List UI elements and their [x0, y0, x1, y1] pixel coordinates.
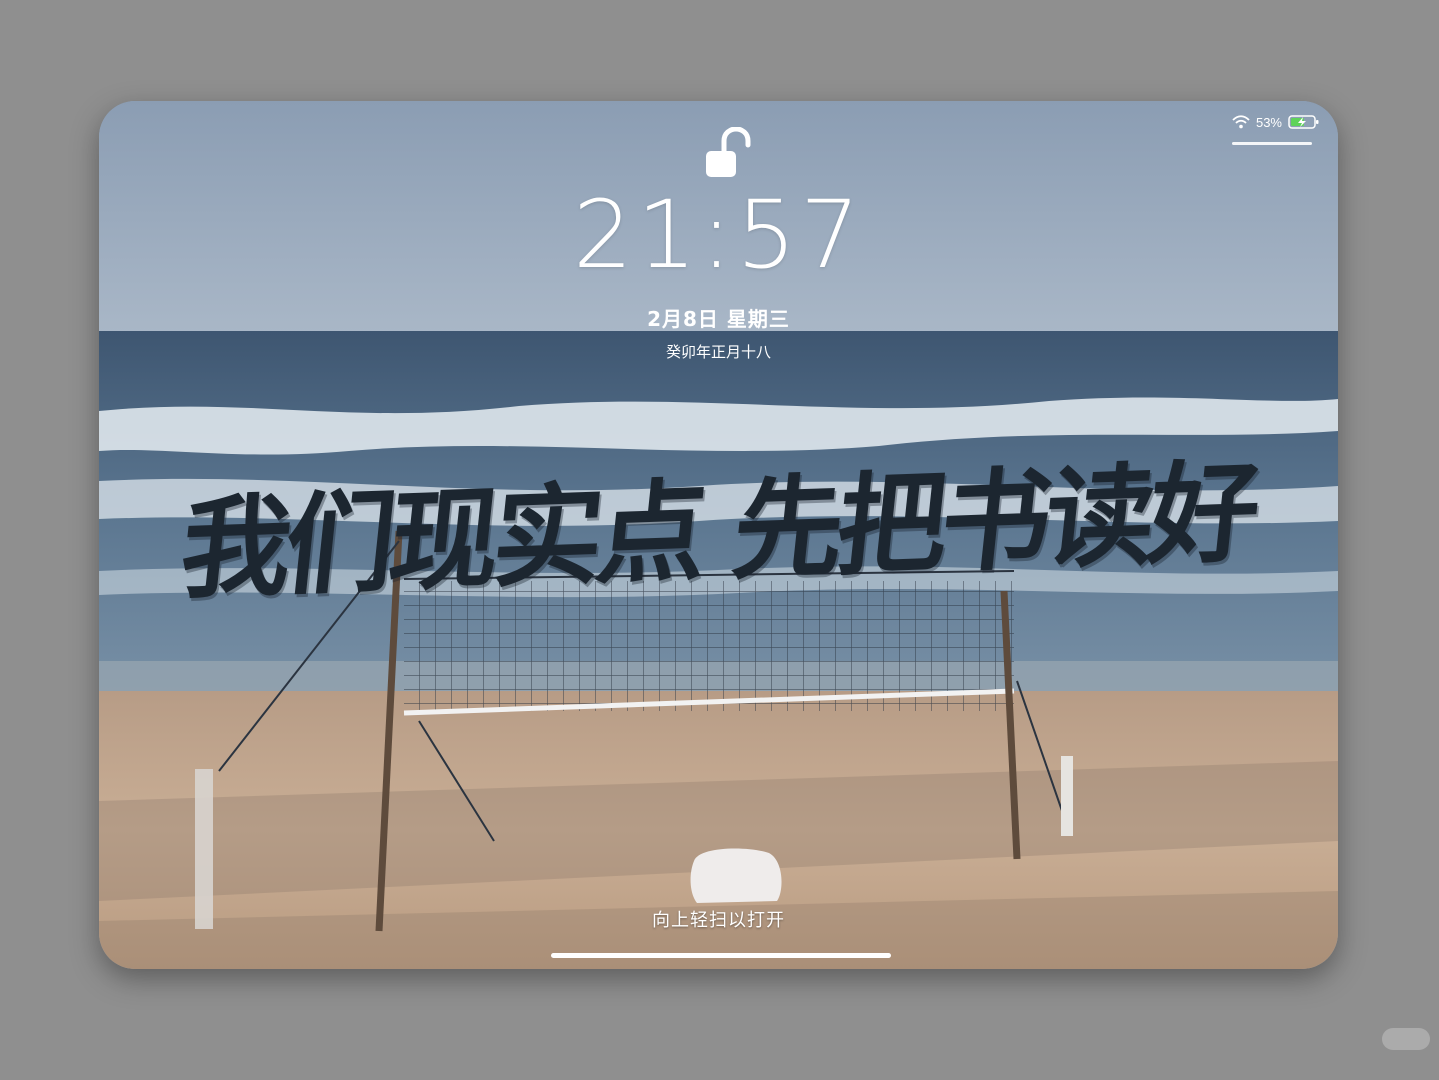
watermark-badge [1382, 1028, 1430, 1050]
status-bar: 53% [1232, 114, 1320, 130]
lock-screen-date: 2月8日 星期三 [647, 307, 790, 331]
wifi-icon [1232, 115, 1250, 129]
battery-charging-icon [1288, 115, 1319, 129]
swipe-up-hint: 向上轻扫以打开 [652, 910, 785, 931]
lock-screen-overlay: 53% 21:57 2月8日 星期三 癸卯年正月十八 我们现实点 先把书读好 向… [99, 101, 1338, 969]
unlocked-padlock-icon [706, 127, 751, 177]
home-indicator-bar[interactable] [551, 953, 891, 958]
tablet-lock-screen: 53% 21:57 2月8日 星期三 癸卯年正月十八 我们现实点 先把书读好 向… [99, 101, 1338, 969]
wallpaper-calligraphy-text: 我们现实点 先把书读好 [174, 447, 1261, 615]
control-center-indicator[interactable] [1232, 142, 1312, 145]
screenshot-canvas: 53% 21:57 2月8日 星期三 癸卯年正月十八 我们现实点 先把书读好 向… [0, 0, 1439, 1080]
battery-percent: 53% [1255, 114, 1282, 130]
lock-screen-time: 21:57 [573, 181, 864, 290]
lunar-date: 癸卯年正月十八 [665, 343, 771, 361]
